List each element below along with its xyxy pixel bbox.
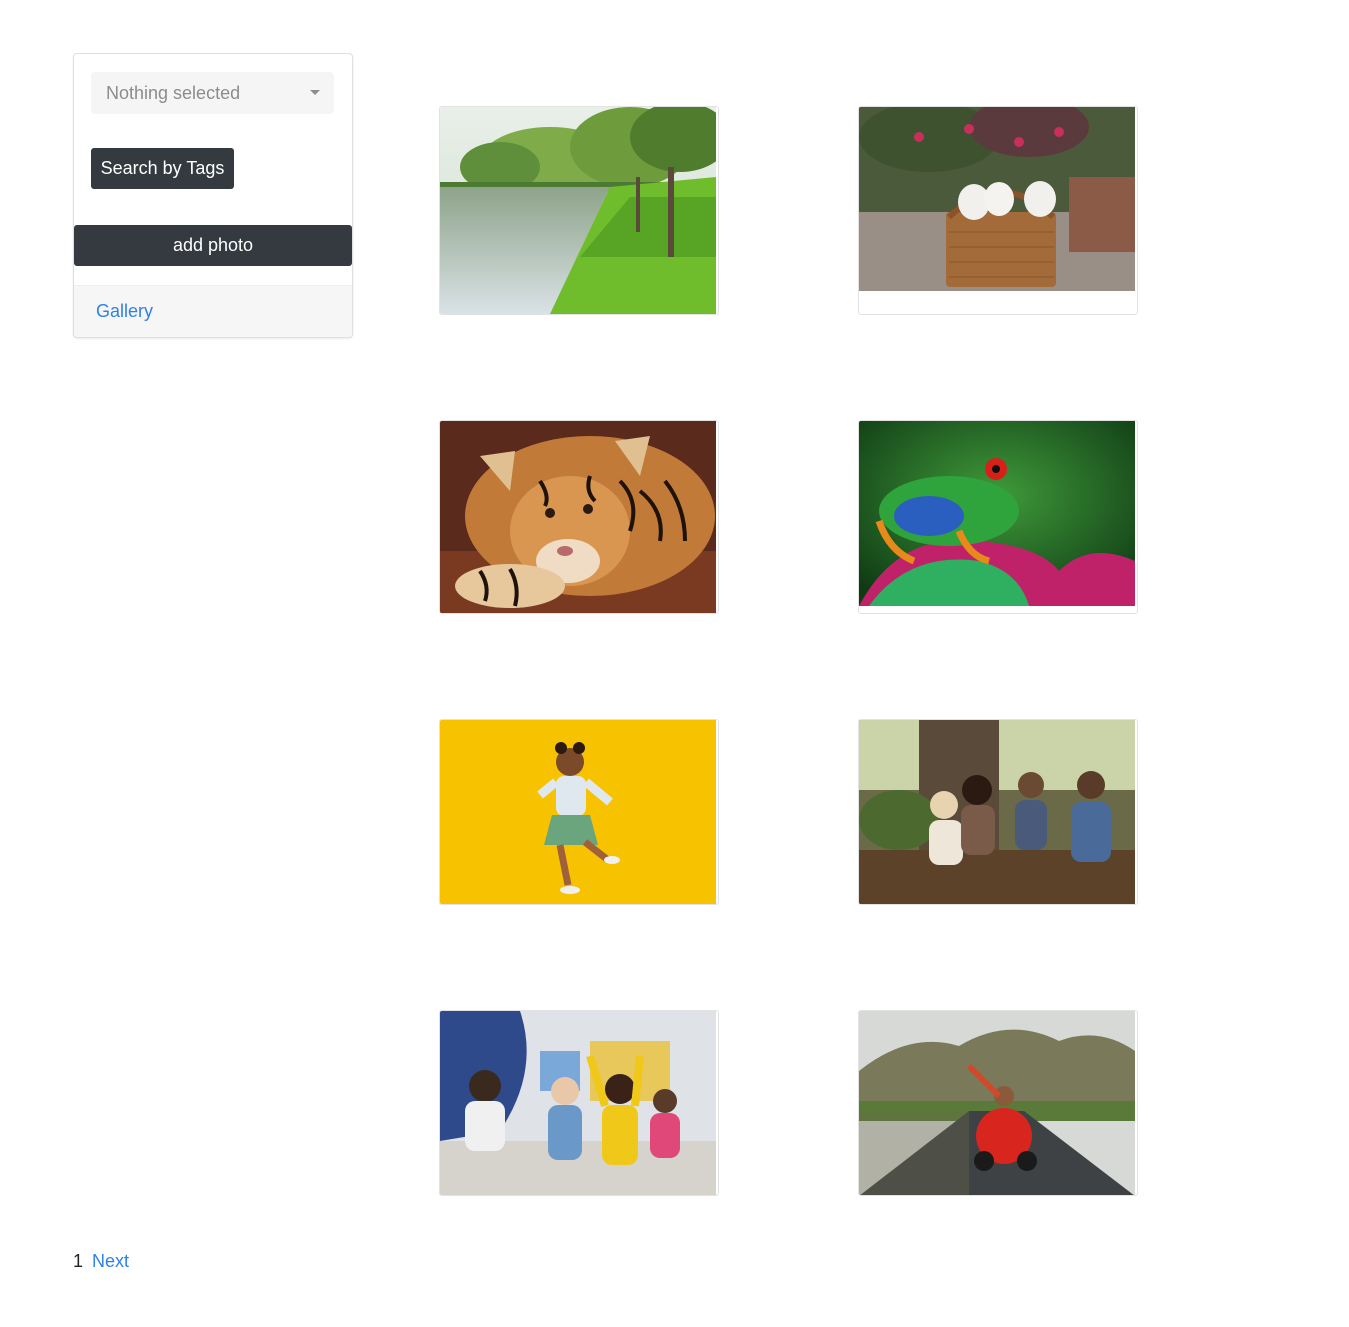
pagination: 1 Next (73, 1251, 129, 1272)
girl-dancing-image (440, 720, 716, 904)
tag-select-placeholder: Nothing selected (106, 83, 241, 103)
filter-panel: Nothing selected Search by Tags add phot… (73, 53, 353, 338)
photo-card-girl-dancing[interactable] (439, 719, 719, 905)
river-landscape-image (440, 107, 716, 314)
photo-card-frog[interactable] (858, 420, 1138, 614)
tree-frog-image (859, 421, 1135, 606)
photo-card-river[interactable] (439, 106, 719, 315)
gallery-link[interactable]: Gallery (96, 301, 153, 322)
photo-card-tiger[interactable] (439, 420, 719, 614)
next-page-link[interactable]: Next (92, 1251, 129, 1271)
add-photo-button[interactable]: add photo (74, 225, 352, 266)
tiger-cub-image (440, 421, 716, 613)
search-by-tags-button[interactable]: Search by Tags (91, 148, 234, 189)
tag-select[interactable]: Nothing selected (91, 72, 334, 114)
children-in-classroom-image (440, 1011, 716, 1195)
children-in-forest-image (859, 720, 1135, 904)
gallery-nav: Gallery (74, 285, 352, 337)
photo-card-toy-car[interactable] (858, 1010, 1138, 1196)
caret-down-icon (310, 90, 320, 95)
boy-in-toy-car-image (859, 1011, 1135, 1195)
photo-card-children-forest[interactable] (858, 719, 1138, 905)
photo-card-puppies[interactable] (858, 106, 1138, 315)
photo-card-classroom[interactable] (439, 1010, 719, 1196)
puppies-in-basket-image (859, 107, 1135, 291)
current-page-number: 1 (73, 1251, 84, 1271)
